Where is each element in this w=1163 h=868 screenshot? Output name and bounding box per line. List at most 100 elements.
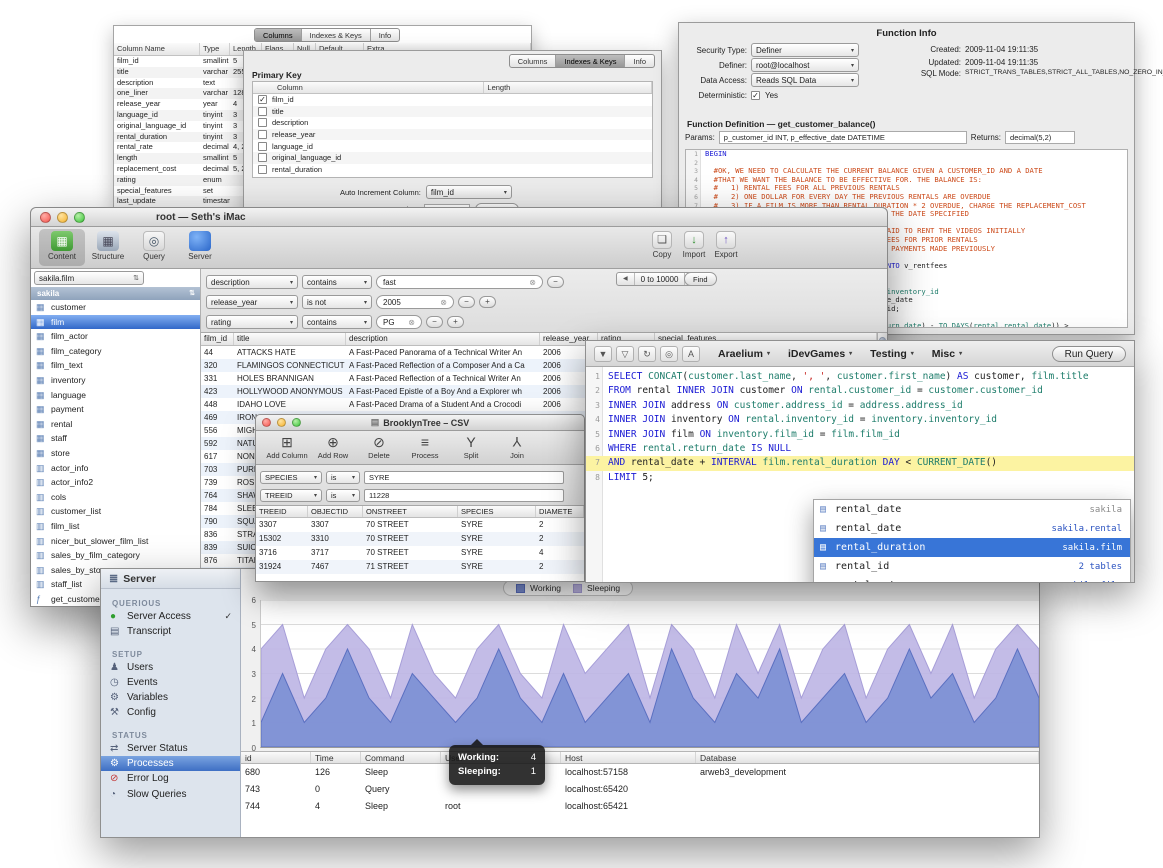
tab[interactable]: Info xyxy=(625,55,654,67)
previous-icon[interactable]: ◀ xyxy=(617,273,635,286)
title-bar[interactable]: ▤ BrooklynTree – CSV xyxy=(256,415,584,431)
toolbar-button[interactable]: Server xyxy=(177,229,223,266)
sidebar-item[interactable]: ▦ store xyxy=(31,446,200,461)
sidebar-item[interactable]: ⊘ Error Log xyxy=(101,771,240,786)
filter-field-popup[interactable]: release_year ▾ xyxy=(206,295,298,309)
sidebar-item[interactable]: ▥ cols xyxy=(31,490,200,505)
code-line[interactable]: 2FROM rental INNER JOIN customer ON rent… xyxy=(586,384,1134,398)
table-row[interactable]: 7444Sleeprootlocalhost:65421 xyxy=(241,798,1039,815)
data-access-popup[interactable]: Reads SQL Data ▾ xyxy=(751,73,859,87)
deterministic-checkbox[interactable]: ✓ xyxy=(751,91,760,100)
filter-field-popup[interactable]: description ▾ xyxy=(206,275,298,289)
checkbox[interactable]: ✓ xyxy=(258,95,267,104)
sidebar-item[interactable]: ⇄ Server Status xyxy=(101,741,240,756)
checkbox[interactable] xyxy=(258,118,267,127)
filter-value-field[interactable]: fast ⊗ xyxy=(376,275,543,289)
add-filter-button[interactable]: + xyxy=(447,316,464,328)
sidebar-item[interactable]: ⚒ Config xyxy=(101,705,240,720)
checkbox[interactable] xyxy=(258,142,267,151)
filter-value-field[interactable]: PG ⊗ xyxy=(376,315,422,329)
column-header[interactable]: id xyxy=(241,752,311,763)
column-header[interactable]: ONSTREET xyxy=(363,506,458,517)
returns-field[interactable]: decimal(5,2) xyxy=(1005,131,1075,144)
column-header[interactable]: Type xyxy=(200,43,230,55)
toolbar-button[interactable]: ◎ Query xyxy=(131,229,177,266)
auto-increment-column-popup[interactable]: film_id ▾ xyxy=(426,185,512,199)
checkbox[interactable] xyxy=(258,165,267,174)
toolbar-icon[interactable]: ↻ xyxy=(638,346,656,362)
filter-value-field[interactable]: 2005 ⊗ xyxy=(376,295,454,309)
autocomplete-item[interactable]: ▤ rental_id 2 tables xyxy=(814,557,1130,576)
sidebar-item[interactable]: ▦ payment xyxy=(31,402,200,417)
close-button[interactable] xyxy=(262,418,271,427)
sidebar-item[interactable]: ▤ Transcript xyxy=(101,624,240,639)
clear-icon[interactable]: ⊗ xyxy=(523,278,536,287)
code-line[interactable]: 1BEGIN xyxy=(686,150,1127,159)
definer-popup[interactable]: root@localhost ▾ xyxy=(751,58,859,72)
sidebar-item[interactable]: QUERIOUS xyxy=(101,596,240,609)
minimize-button[interactable] xyxy=(277,418,286,427)
sidebar-item[interactable]: ▦ inventory xyxy=(31,373,200,388)
tab[interactable]: Info xyxy=(371,29,400,41)
column-header[interactable]: Time xyxy=(311,752,361,763)
clear-icon[interactable]: ⊗ xyxy=(434,298,447,307)
tab[interactable]: Columns xyxy=(255,29,302,41)
toolbar-button[interactable]: ⊕ Add Row xyxy=(310,433,356,464)
sidebar-item[interactable]: ▥ actor_info2 xyxy=(31,475,200,490)
menu-item[interactable]: Misc ▾ xyxy=(932,348,962,360)
filter-field-popup[interactable]: rating ▾ xyxy=(206,315,298,329)
toolbar-icon[interactable]: A xyxy=(682,346,700,362)
filter-operator-popup[interactable]: contains ▾ xyxy=(302,315,372,329)
sidebar-item[interactable]: ⚙ Processes xyxy=(101,756,240,771)
filter-value-field[interactable]: 11228 xyxy=(364,489,564,502)
run-query-button[interactable]: Run Query xyxy=(1052,346,1126,362)
tab[interactable]: Indexes & Keys xyxy=(556,55,625,67)
column-header[interactable]: SPECIES xyxy=(458,506,536,517)
sidebar-item[interactable]: ▦ film xyxy=(31,315,200,330)
params-field[interactable]: p_customer_id INT, p_effective_date DATE… xyxy=(719,131,967,144)
autocomplete-item[interactable]: ▤ rental_duration sakila.film xyxy=(814,538,1130,557)
find-button[interactable]: Find xyxy=(684,272,717,286)
sidebar-item[interactable]: ▥ sales_by_film_category xyxy=(31,548,200,563)
tab[interactable]: Columns xyxy=(510,55,557,67)
primary-key-row[interactable]: rental_duration xyxy=(253,164,652,176)
toolbar-button[interactable]: ≡ Process xyxy=(402,433,448,464)
filter-field-popup[interactable]: TREEID ▾ xyxy=(260,489,322,502)
sidebar-item[interactable]: ▦ film_category xyxy=(31,344,200,359)
sidebar-item[interactable]: ▦ language xyxy=(31,388,200,403)
toolbar-icon[interactable]: ▽ xyxy=(616,346,634,362)
sidebar-item[interactable]: ▥ film_list xyxy=(31,519,200,534)
sidebar-item[interactable]: ▦ staff xyxy=(31,431,200,446)
sidebar-item[interactable]: ▦ film_actor xyxy=(31,329,200,344)
sidebar-item[interactable]: ♟ Users xyxy=(101,660,240,675)
table-row[interactable]: 15302331070 STREETSYRE2 xyxy=(256,532,584,546)
code-line[interactable]: 3INNER JOIN address ON customer.address_… xyxy=(586,399,1134,413)
toolbar-icon[interactable]: ◎ xyxy=(660,346,678,362)
column-header[interactable]: Host xyxy=(561,752,696,763)
close-button[interactable] xyxy=(40,212,51,223)
sidebar-item[interactable]: ▦ customer xyxy=(31,300,200,315)
code-line[interactable]: 1SELECT CONCAT(customer.last_name, ', ',… xyxy=(586,370,1134,384)
toolbar-button[interactable]: ▦ Structure xyxy=(85,229,131,266)
filter-operator-popup[interactable]: is ▾ xyxy=(326,471,360,484)
sidebar-item[interactable]: ▦ rental xyxy=(31,417,200,432)
menu-item[interactable]: Araelium ▾ xyxy=(718,348,770,360)
filter-operator-popup[interactable]: is ▾ xyxy=(326,489,360,502)
toolbar-button[interactable]: ▦ Content xyxy=(39,229,85,266)
code-line[interactable]: 5INNER JOIN film ON inventory.film_id = … xyxy=(586,428,1134,442)
autocomplete-item[interactable]: ▤ rental_date sakila.rental xyxy=(814,519,1130,538)
checkbox[interactable] xyxy=(258,107,267,116)
table-row[interactable]: 680126Sleeplocalhost:57158arweb3_develop… xyxy=(241,764,1039,781)
toolbar-button[interactable]: Y Split xyxy=(448,433,494,464)
column-header[interactable]: TREEID xyxy=(256,506,308,517)
checkbox[interactable] xyxy=(258,130,267,139)
column-header[interactable]: DIAMETE xyxy=(536,506,584,517)
autocomplete-item[interactable]: ▤ rental_rate sakila.film xyxy=(814,576,1130,582)
table-row[interactable]: 3307330770 STREETSYRE2 xyxy=(256,518,584,532)
sql-editor[interactable]: 1SELECT CONCAT(customer.last_name, ', ',… xyxy=(586,367,1134,582)
toolbar-button[interactable]: ↑ Export xyxy=(710,229,742,266)
primary-key-row[interactable]: title xyxy=(253,106,652,118)
toolbar-icon[interactable]: ▼ xyxy=(594,346,612,362)
zoom-button[interactable] xyxy=(292,418,301,427)
sidebar-item[interactable]: STATUS xyxy=(101,728,240,741)
